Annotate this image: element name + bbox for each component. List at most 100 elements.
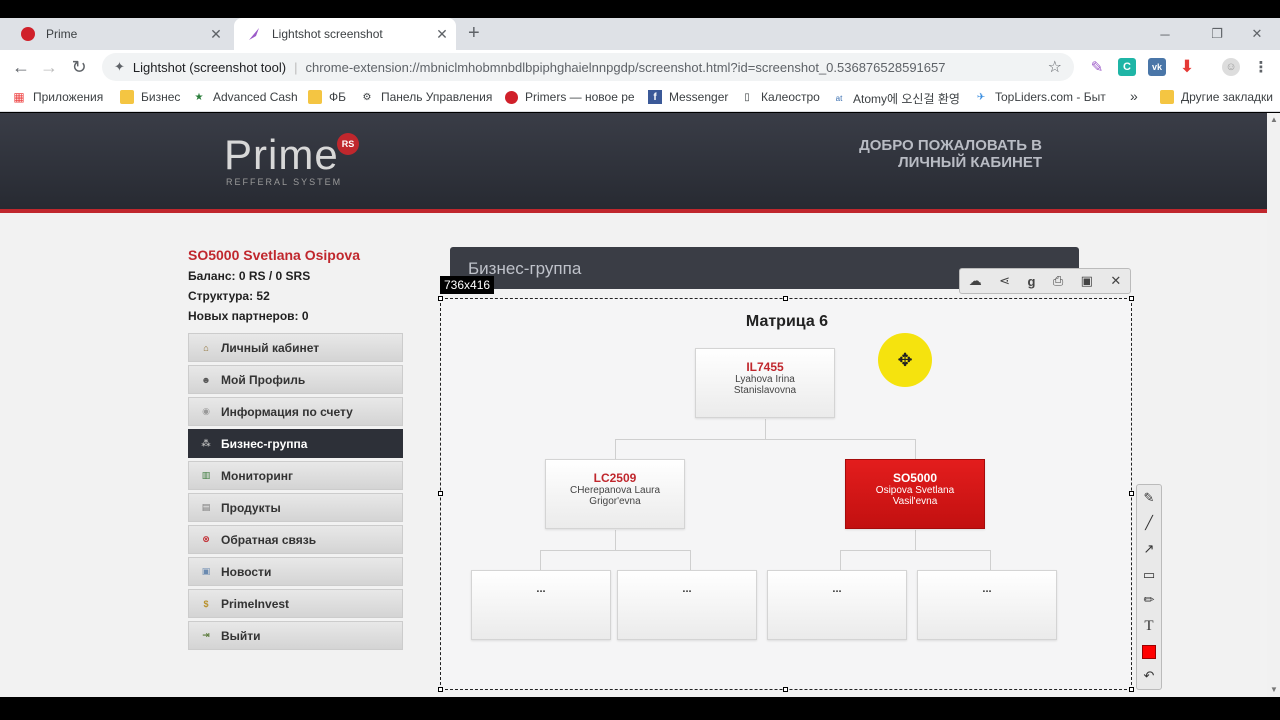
site-header: Prime RS REFFERAL SYSTEM ДОБРО ПОЖАЛОВАТ… <box>0 113 1267 213</box>
address-bar[interactable]: ✦ Lightshot (screenshot tool) | chrome-e… <box>102 53 1074 81</box>
bookmark-business[interactable]: Бизнес <box>120 90 180 104</box>
matrix-node-empty[interactable]: ... <box>617 570 757 640</box>
user-info: SO5000 Svetlana Osipova Баланс: 0 RS / 0… <box>188 247 360 329</box>
arrow-icon[interactable]: ↗ <box>1144 541 1155 557</box>
home-icon: ⌂ <box>203 342 209 353</box>
color-icon[interactable] <box>1142 644 1156 659</box>
menu-dots-icon[interactable]: ⋮ <box>1252 58 1270 76</box>
omnibox-separator: | <box>294 59 298 75</box>
logo-badge: RS <box>337 133 359 155</box>
rectangle-icon[interactable]: ▭ <box>1143 567 1155 583</box>
matrix-node-empty[interactable]: ... <box>471 570 611 640</box>
menu-item-account-info[interactable]: ◉ Информация по счету <box>188 397 403 426</box>
close-tab-icon[interactable]: ✕ <box>432 26 452 43</box>
bookmark-star-icon[interactable]: ☆ <box>1048 57 1062 77</box>
new-tab-button[interactable]: + <box>468 22 480 45</box>
menu-item-logout[interactable]: ⇥ Выйти <box>188 621 403 650</box>
matrix-node-empty[interactable]: ... <box>917 570 1057 640</box>
resize-handle-w[interactable] <box>438 491 443 496</box>
marker-icon[interactable]: ✏ <box>1144 592 1155 608</box>
matrix-node-top[interactable]: IL7455 Lyahova Irina Stanislavovna <box>695 348 835 418</box>
menu-label: Обратная связь <box>221 532 317 547</box>
bookmark-advcash[interactable]: ★ Advanced Cash <box>192 90 298 104</box>
matrix-node-left[interactable]: LC2509 CHerepanova Laura Grigor'evna <box>545 459 685 529</box>
pen-icon[interactable]: ✎ <box>1144 490 1155 506</box>
back-icon[interactable]: ← <box>10 56 32 78</box>
page-scrollbar[interactable]: ▲ ▼ <box>1267 113 1280 697</box>
welcome-line-1: ДОБРО ПОЖАЛОВАТЬ В <box>859 137 1042 154</box>
connector-line <box>915 439 916 459</box>
coin-icon: ◉ <box>202 406 210 416</box>
screenshot-selection[interactable]: Матрица 6 IL7455 Lyahova Irina Stanislav… <box>440 298 1132 690</box>
scroll-up-icon[interactable]: ▲ <box>1270 115 1278 124</box>
site-host: Lightshot (screenshot tool) <box>132 59 287 75</box>
bookmark-apps[interactable]: ▦ Приложения <box>12 90 103 104</box>
menu-item-business-group[interactable]: ⁂ Бизнес-группа <box>188 429 403 458</box>
user-structure: Структура: 52 <box>188 289 270 303</box>
overflow-label: » <box>1130 88 1138 104</box>
tab-lightshot[interactable]: Lightshot screenshot ✕ <box>234 18 456 50</box>
upload-icon[interactable]: ☁ <box>969 273 982 289</box>
resize-handle-e[interactable] <box>1129 491 1134 496</box>
print-icon[interactable]: ⎙ <box>1053 273 1063 289</box>
vk-ext-icon[interactable]: vk <box>1148 58 1166 76</box>
bookmark-kaleostro[interactable]: ▯ Калеостро <box>740 90 820 104</box>
resize-handle-sw[interactable] <box>438 687 443 692</box>
undo-icon[interactable]: ↶ <box>1144 668 1155 684</box>
browser-toolbar: ← → ↻ ✦ Lightshot (screenshot tool) | ch… <box>0 50 1280 84</box>
close-tab-icon[interactable]: ✕ <box>206 26 226 43</box>
save-icon[interactable]: ▣ <box>1081 273 1093 289</box>
lightshot-ext-icon[interactable]: ✎ <box>1088 58 1106 76</box>
menu-item-profile[interactable]: ☻ Мой Профиль <box>188 365 403 394</box>
scroll-down-icon[interactable]: ▼ <box>1270 685 1278 694</box>
close-window-icon[interactable]: ✕ <box>1234 18 1280 50</box>
resize-handle-nw[interactable] <box>438 296 443 301</box>
site-logo[interactable]: Prime <box>224 131 339 179</box>
bookmark-topliders[interactable]: ✈ TopLiders.com - Быт <box>974 90 1106 104</box>
download-ext-icon[interactable]: ⬇ <box>1178 57 1196 76</box>
matrix-node-right-current[interactable]: SO5000 Osipova Svetlana Vasil'evna <box>845 459 985 529</box>
bookmark-panel[interactable]: ⚙ Панель Управления <box>360 90 493 104</box>
atomy-icon: at <box>835 94 843 103</box>
menu-item-monitoring[interactable]: ▥ Мониторинг <box>188 461 403 490</box>
bookmark-primers[interactable]: Primers — новое ре <box>504 90 635 104</box>
resize-handle-n[interactable] <box>783 296 788 301</box>
matrix-node-empty[interactable]: ... <box>767 570 907 640</box>
menu-item-news[interactable]: ▣ Новости <box>188 557 403 586</box>
bookmarks-overflow[interactable]: » <box>1130 88 1138 104</box>
tab-prime[interactable]: Prime ✕ <box>8 18 230 50</box>
resize-handle-ne[interactable] <box>1129 296 1134 301</box>
folder-icon <box>120 90 134 104</box>
minimize-icon[interactable]: ─ <box>1142 18 1188 50</box>
matrix-title: Матрица 6 <box>745 313 829 330</box>
node-id: LC2509 <box>593 471 637 485</box>
bookmark-fb-folder[interactable]: ФБ <box>308 90 346 104</box>
money-icon: $ <box>203 598 209 609</box>
bookmark-other[interactable]: Другие закладки <box>1160 90 1273 104</box>
profile-avatar[interactable]: ☺ <box>1222 58 1240 76</box>
bookmark-label: Primers — новое ре <box>525 90 635 104</box>
menu-item-primeinvest[interactable]: $ PrimeInvest <box>188 589 403 618</box>
box-icon: ▤ <box>201 502 211 512</box>
node-name: Osipova Svetlana <box>875 485 955 496</box>
share-icon[interactable]: ⋖ <box>999 273 1010 289</box>
google-search-icon[interactable]: g <box>1027 274 1035 289</box>
menu-item-cabinet[interactable]: ⌂ Личный кабинет <box>188 333 403 362</box>
bookmark-label: Панель Управления <box>381 90 493 104</box>
bookmark-messenger[interactable]: f Messenger <box>648 90 728 104</box>
menu-item-products[interactable]: ▤ Продукты <box>188 493 403 522</box>
close-icon[interactable]: ✕ <box>1110 273 1121 289</box>
resize-handle-se[interactable] <box>1129 687 1134 692</box>
logo-subtitle: REFFERAL SYSTEM <box>226 177 343 187</box>
node-placeholder: ... <box>536 583 546 595</box>
bookmark-atomy[interactable]: at Atomy에 오신걸 환영 <box>832 90 960 107</box>
menu-item-feedback[interactable]: ⊗ Обратная связь <box>188 525 403 554</box>
resize-handle-s[interactable] <box>783 687 788 692</box>
reload-icon[interactable]: ↻ <box>68 56 90 78</box>
text-icon[interactable]: T <box>1144 618 1153 635</box>
menu-label: Бизнес-группа <box>221 436 308 451</box>
line-icon[interactable]: ╱ <box>1145 515 1153 531</box>
forward-icon[interactable]: → <box>38 56 60 78</box>
ext-c-icon[interactable]: C <box>1118 58 1136 76</box>
connector-line <box>540 550 690 551</box>
